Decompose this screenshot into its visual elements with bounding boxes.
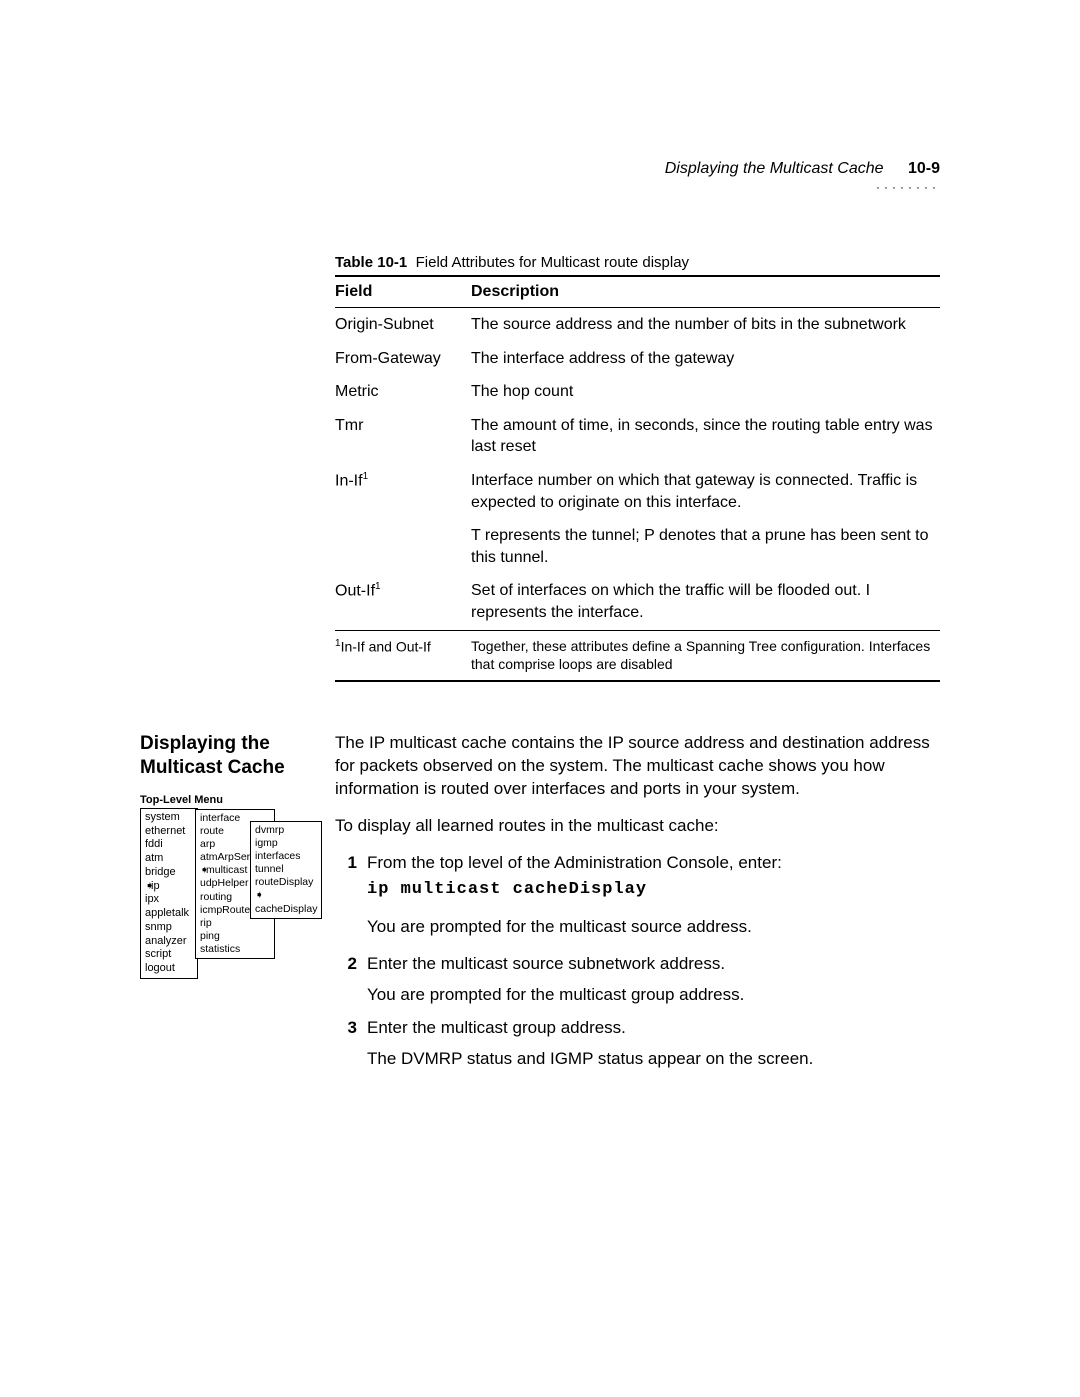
step-2: 2 Enter the multicast source subnetwork … <box>335 953 940 1007</box>
cell-field: Origin-Subnet <box>335 308 471 342</box>
section-title: Displaying the Multicast Cache <box>140 732 335 780</box>
table-caption-text: Field Attributes for Multicast route dis… <box>416 254 689 271</box>
cell-field: Metric <box>335 375 471 409</box>
table-row: From-GatewayThe interface address of the… <box>335 342 940 376</box>
cell-field: Out-If1 <box>335 574 471 630</box>
menu-item: snmp <box>145 921 193 935</box>
menu-item: appletalk <box>145 907 193 921</box>
step-number: 3 <box>335 1017 357 1071</box>
step-text: From the top level of the Administration… <box>367 852 940 875</box>
step-3: 3 Enter the multicast group address. The… <box>335 1017 940 1071</box>
table-label: Table 10-1 <box>335 254 407 271</box>
menu-item: script <box>145 948 193 962</box>
table-10-1: Table 10-1 Field Attributes for Multicas… <box>335 254 940 682</box>
cell-field: In-If1 <box>335 464 471 519</box>
menu-item: ➧cacheDisplay <box>255 889 317 915</box>
step2-a: Enter the multicast source subnetwork ad… <box>367 953 940 976</box>
cell-desc: The hop count <box>471 375 940 409</box>
menu-item: logout <box>145 962 193 976</box>
cell-desc: The interface address of the gateway <box>471 342 940 376</box>
step-number: 2 <box>335 953 357 1007</box>
menu-item: rip <box>200 917 270 930</box>
step-1: 1 From the top level of the Administrati… <box>335 852 940 875</box>
menu-col1: systemethernetfddiatmbridge➧ipipxappleta… <box>140 808 198 979</box>
footnote-field: In-If and Out-If <box>341 638 431 654</box>
menu-item: dvmrp <box>255 824 317 837</box>
running-title: Displaying the Multicast Cache <box>665 160 884 177</box>
table-caption: Table 10-1 Field Attributes for Multicas… <box>335 254 940 271</box>
menu-item: interfaces <box>255 850 317 863</box>
col-desc: Description <box>471 276 940 308</box>
command: ip multicast cacheDisplay <box>367 879 940 902</box>
cell-desc: Interface number on which that gateway i… <box>471 464 940 519</box>
menu-item: tunnel <box>255 863 317 876</box>
attributes-table: Field Description Origin-SubnetThe sourc… <box>335 275 940 682</box>
menu-item: system <box>145 811 193 825</box>
table-row: Out-If1Set of interfaces on which the tr… <box>335 574 940 630</box>
menu-item: fddi <box>145 838 193 852</box>
cell-desc: T represents the tunnel; P denotes that … <box>471 519 940 574</box>
step3-a: Enter the multicast group address. <box>367 1017 940 1040</box>
menu-col3: dvmrpigmpinterfacestunnelrouteDisplay➧ca… <box>250 821 322 919</box>
cell-desc: Set of interfaces on which the traffic w… <box>471 574 940 630</box>
menu-item: ethernet <box>145 825 193 839</box>
header-dots: ········ <box>140 180 940 194</box>
cell-field: From-Gateway <box>335 342 471 376</box>
step1-result: You are prompted for the multicast sourc… <box>367 916 940 939</box>
section-intro: The IP multicast cache contains the IP s… <box>335 732 940 801</box>
menu-item: routeDisplay <box>255 876 317 889</box>
col-field: Field <box>335 276 471 308</box>
top-level-menu: Top-Level Menu systemethernetfddiatmbrid… <box>140 794 310 979</box>
table-row: TmrThe amount of time, in seconds, since… <box>335 409 940 464</box>
step3-b: The DVMRP status and IGMP status appear … <box>367 1048 940 1071</box>
table-footnote: 1In-If and Out-If Together, these attrib… <box>335 630 940 680</box>
table-row: T represents the tunnel; P denotes that … <box>335 519 940 574</box>
menu-item: atm <box>145 852 193 866</box>
menu-item: statistics <box>200 943 270 956</box>
menu-item: ipx <box>145 893 193 907</box>
table-row: In-If1Interface number on which that gat… <box>335 464 940 519</box>
cell-field <box>335 519 471 574</box>
menu-item: ➧ip <box>145 880 193 894</box>
running-header: Displaying the Multicast Cache 10-9 <box>140 160 940 178</box>
page-number: 10-9 <box>908 160 940 177</box>
footnote-desc: Together, these attributes define a Span… <box>471 630 940 680</box>
menu-item: bridge <box>145 866 193 880</box>
table-row: MetricThe hop count <box>335 375 940 409</box>
cell-desc: The amount of time, in seconds, since th… <box>471 409 940 464</box>
menu-title: Top-Level Menu <box>140 794 310 806</box>
cell-desc: The source address and the number of bit… <box>471 308 940 342</box>
menu-item: ping <box>200 930 270 943</box>
menu-item: analyzer <box>145 935 193 949</box>
cell-field: Tmr <box>335 409 471 464</box>
section-displaying-cache: Displaying the Multicast Cache Top-Level… <box>140 732 940 1074</box>
step-number: 1 <box>335 852 357 875</box>
menu-item: igmp <box>255 837 317 850</box>
step2-b: You are prompted for the multicast group… <box>367 984 940 1007</box>
section-lead: To display all learned routes in the mul… <box>335 815 940 838</box>
table-row: Origin-SubnetThe source address and the … <box>335 308 940 342</box>
